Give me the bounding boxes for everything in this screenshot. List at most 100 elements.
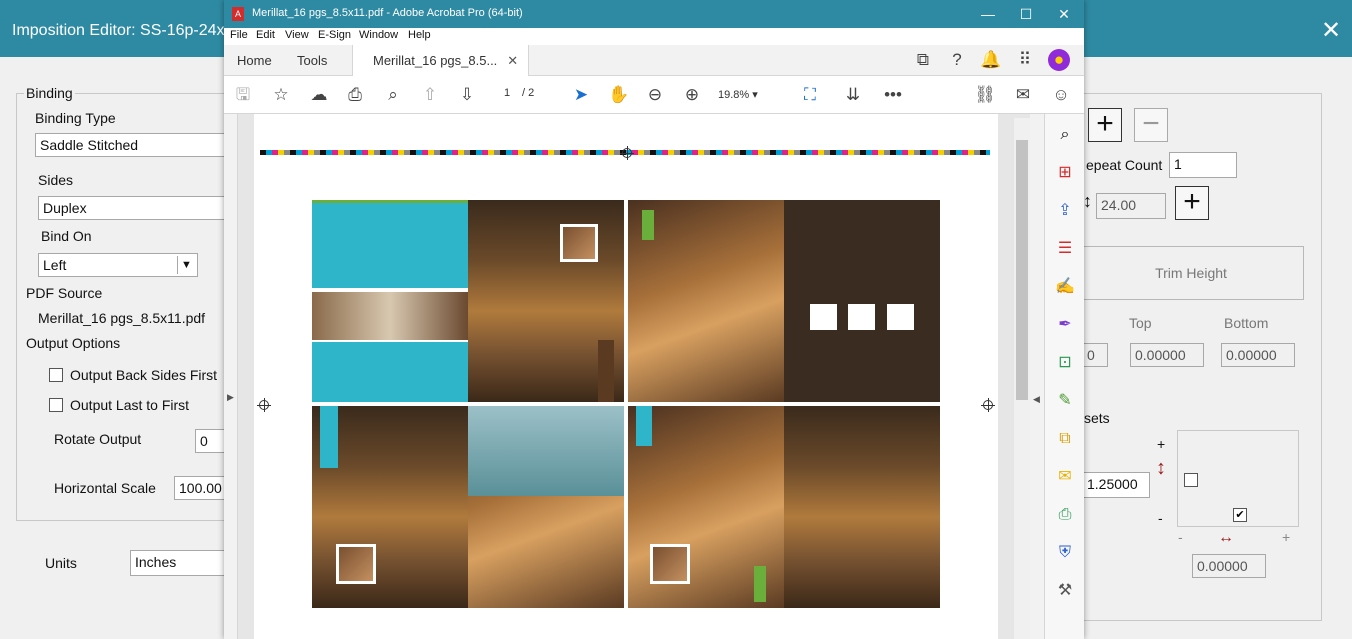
output-options-label: Output Options [26,335,121,351]
top-margin-field[interactable]: 0.00000 [1130,343,1204,367]
menu-esign[interactable]: E-Sign [318,29,351,41]
desktop: Imposition Editor: SS-16p-24x38 ✕ Bindin… [0,0,1352,639]
menu-file[interactable]: File [230,29,248,41]
vertical-scrollbar[interactable] [1014,118,1030,639]
zoom-level: 19.8% [718,89,750,101]
mail-icon[interactable]: ✉ [1012,84,1034,106]
bottom-margin-field[interactable]: 0.00000 [1221,343,1295,367]
scroll-thumb[interactable] [1016,140,1028,400]
page-current[interactable]: 1 [504,87,510,99]
minus-label: - [1158,510,1163,526]
menu-edit[interactable]: Edit [256,29,275,41]
height-arrow-icon: ↕ [1083,191,1092,211]
bind-on-label: Bind On [41,228,92,244]
account-icon[interactable]: ● [1048,49,1070,71]
sides-field[interactable]: Duplex [38,196,228,220]
zoom-out-icon[interactable]: ⊖ [644,84,666,106]
link-icon[interactable]: ⛓ [974,84,996,106]
scroll-mode-icon[interactable]: ⇊ [842,84,864,106]
edit-pdf-icon[interactable]: ✎ [1054,390,1076,412]
output-last-to-first-checkbox[interactable] [49,398,63,412]
output-back-sides-first-checkbox[interactable] [49,368,63,382]
expand-left-icon[interactable]: ▶ [227,392,234,403]
imposition-title: Imposition Editor: SS-16p-24x38 [12,22,243,39]
output-last-to-first-label: Output Last to First [70,397,190,413]
tab-home[interactable]: Home [237,45,272,76]
repeat-count-field[interactable]: 1 [1169,152,1237,178]
fill-sign-icon[interactable]: ✍ [1054,276,1076,298]
save-icon[interactable]: 🖫 [232,84,254,106]
print-icon[interactable]: ⎙ [344,84,366,106]
top-label: Top [1129,315,1152,331]
more-icon[interactable]: ••• [882,84,904,106]
horizontal-scale-label: Horizontal Scale [54,480,156,496]
add-user-icon[interactable]: ☺ [1050,84,1072,106]
tab-tools[interactable]: Tools [297,45,327,76]
bell-icon[interactable]: 🔔 [980,49,1002,71]
tools-pane: ⌕ ⊞ ⇪ ☰ ✍ ✒ ⊡ ✎ ⧉ ✉ ⎙ ⛨ ⚒ [1044,114,1084,639]
horizontal-offset-field[interactable]: 0.00000 [1192,554,1266,578]
share-screen-icon[interactable]: ⧉ [912,49,934,71]
add-height-icon[interactable]: + [1175,186,1209,220]
collapse-right-icon[interactable]: ◀ [1033,394,1040,405]
binding-group [16,93,226,521]
more-tools-icon[interactable]: ⚒ [1054,580,1076,602]
enhance-scan-icon[interactable]: ⊡ [1054,352,1076,374]
offset-left-checkbox[interactable] [1184,473,1198,487]
close-icon[interactable]: ✕ [1318,18,1344,44]
zoom-in-icon[interactable]: ⊕ [681,84,703,106]
maximize-icon[interactable]: ☐ [1016,4,1036,24]
upload-cloud-icon[interactable]: ☁ [308,84,330,106]
bottom-label: Bottom [1224,315,1269,331]
bind-on-select[interactable]: Left ▼ [38,253,198,277]
compare-icon[interactable]: ⧉ [1054,428,1076,450]
add-icon[interactable]: + [1088,108,1122,142]
right-panel-toggle[interactable]: ◀ [1030,114,1044,639]
close-tab-icon[interactable]: ✕ [507,53,518,68]
hand-tool-icon[interactable]: ✋ [608,84,630,106]
menu-window[interactable]: Window [359,29,398,41]
chevron-down-icon[interactable]: ▼ [177,256,195,274]
select-cursor-icon[interactable]: ➤ [570,84,592,106]
rotate-output-label: Rotate Output [54,431,142,447]
units-select[interactable]: Inches [130,550,230,576]
tab-document-label: Merillat_16 pgs_8.5... [373,53,498,68]
fit-page-icon[interactable]: ⛶ [799,84,821,106]
pdf-source-label: PDF Source [26,285,103,301]
next-page-icon[interactable]: ⇩ [456,84,478,106]
search-icon[interactable]: ⌕ [1054,124,1076,146]
registration-mark-icon [257,398,271,412]
binding-type-field[interactable]: Saddle Stitched [35,133,230,157]
menu-view[interactable]: View [285,29,309,41]
export-pdf-icon[interactable]: ⇪ [1054,200,1076,222]
left-margin-field[interactable]: 0 [1082,343,1108,367]
zoom-level-select[interactable]: 19.8% ▾ [718,85,778,105]
print-production-icon[interactable]: ⎙ [1054,504,1076,526]
protect-shield-icon[interactable]: ⛨ [1054,542,1076,564]
zoom-search-icon[interactable]: ⌕ [382,84,404,106]
tab-document[interactable]: Merillat_16 pgs_8.5... ✕ [352,45,530,76]
remove-icon[interactable]: − [1134,108,1168,142]
comment-icon[interactable]: ✉ [1054,466,1076,488]
organize-pages-icon[interactable]: ☰ [1054,238,1076,260]
offset-field[interactable]: 1.25000 [1082,472,1150,498]
minimize-icon[interactable]: — [978,4,998,24]
left-panel-toggle[interactable]: ▶ [224,114,238,639]
toolbar: 🖫 ☆ ☁ ⎙ ⌕ ⇧ ⇩ 1 / 2 ➤ ✋ ⊖ ⊕ 19.8% ▾ ⛶ ⇊ … [224,76,1084,114]
close-window-icon[interactable]: ✕ [1054,4,1074,24]
star-icon[interactable]: ☆ [270,84,292,106]
offset-bottom-checkbox[interactable]: ✔ [1233,508,1247,522]
height-field[interactable]: 24.00 [1096,193,1166,219]
create-pdf-icon[interactable]: ⊞ [1054,162,1076,184]
binding-type-label: Binding Type [35,110,116,126]
sign-icon[interactable]: ✒ [1054,314,1076,336]
bind-on-value: Left [43,257,67,273]
page-thumbnail [628,200,784,402]
trim-height-button[interactable]: Trim Height [1078,246,1304,300]
apps-grid-icon[interactable]: ⠿ [1014,49,1036,71]
pdf-icon: A [232,7,244,21]
registration-mark-icon [620,146,634,160]
menu-help[interactable]: Help [408,29,431,41]
prev-page-icon[interactable]: ⇧ [419,84,441,106]
help-icon[interactable]: ? [946,49,968,71]
